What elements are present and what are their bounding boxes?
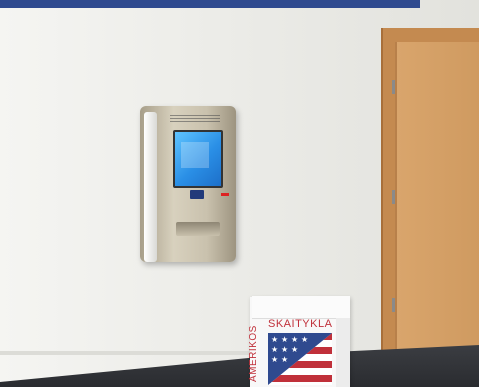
- box-side-text: AMERIKOS: [248, 325, 259, 382]
- box-top: [252, 296, 350, 319]
- star-icon: ★: [291, 345, 299, 354]
- photo-scene: SKAITYKLA AMERIKOS ★ ★ ★ ★ ★ ★ ★ ★ ★: [0, 0, 479, 387]
- kiosk-instruction-plate: [170, 115, 220, 123]
- box-front-text: SKAITYKLA: [268, 318, 333, 330]
- star-icon: ★: [271, 335, 279, 344]
- door-hinge-bottom: [392, 298, 395, 312]
- door: [395, 42, 479, 354]
- star-icon: ★: [301, 335, 309, 344]
- top-blue-band: [0, 0, 420, 8]
- us-flag-icon: ★ ★ ★ ★ ★ ★ ★ ★ ★: [268, 333, 332, 385]
- star-icon: ★: [271, 345, 279, 354]
- star-icon: ★: [281, 345, 289, 354]
- door-hinge-top: [392, 80, 395, 94]
- box-side: [336, 318, 350, 387]
- star-icon: ★: [281, 355, 289, 364]
- star-icon: ★: [291, 335, 299, 344]
- kiosk-screen-panel: [181, 142, 209, 168]
- kiosk-dispense-slot: [176, 222, 220, 236]
- kiosk-keypad: [190, 190, 204, 199]
- star-icon: ★: [281, 335, 289, 344]
- kiosk-side-panel: [144, 112, 157, 262]
- kiosk-indicator-light: [221, 193, 229, 196]
- door-hinge-middle: [392, 190, 395, 204]
- star-icon: ★: [271, 355, 279, 364]
